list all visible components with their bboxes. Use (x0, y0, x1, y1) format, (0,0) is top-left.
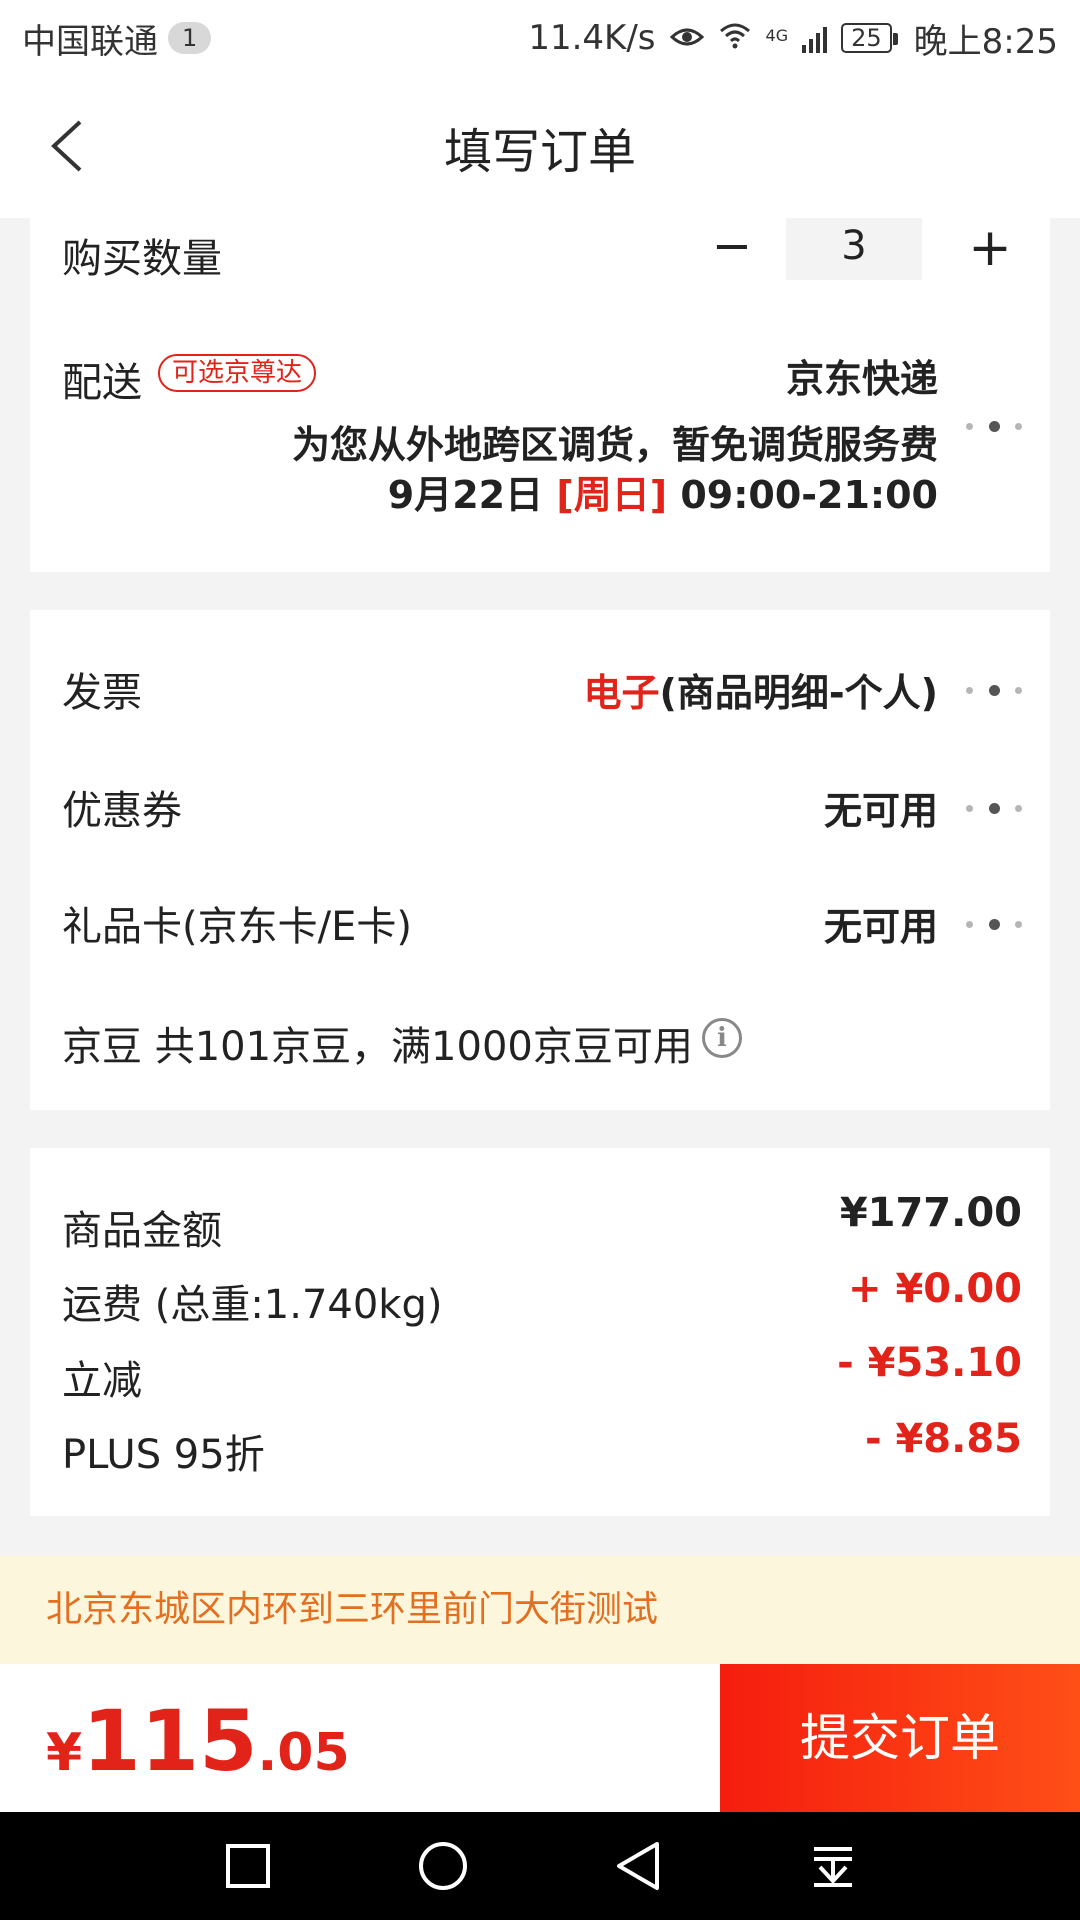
jingzunda-tag[interactable]: 可选京尊达 (158, 354, 317, 392)
eye-icon (669, 18, 704, 58)
price-summary-card: 商品金额 ¥177.00 运费 (总重:1.740kg) + ¥0.00 立减 … (30, 1148, 1050, 1516)
order-total: ¥115.05 (46, 1692, 350, 1790)
summary-label: 商品金额 (62, 1208, 222, 1254)
shipping-method[interactable]: 京东快递 (786, 348, 938, 403)
battery-icon: 25 (841, 23, 898, 53)
more-icon[interactable] (966, 419, 1022, 433)
system-nav-bar (0, 1812, 1080, 1920)
more-icon[interactable] (966, 683, 1022, 697)
total-decimal: .05 (257, 1723, 350, 1783)
status-bar: 中国联通 1 11.4K/s 4G 25 晚上8:25 (0, 0, 1080, 76)
coupon-label: 优惠券 (62, 788, 182, 834)
currency-symbol: ¥ (46, 1723, 83, 1783)
summary-label: 立减 (62, 1358, 142, 1404)
back-nav-icon[interactable] (608, 1836, 668, 1896)
summary-value: - ¥8.85 (864, 1416, 1022, 1462)
benefits-card: 发票 电子(商品明细-个人) 优惠券 无可用 礼品卡(京东卡/E卡) 无可用 京… (30, 610, 1050, 1110)
more-icon[interactable] (966, 801, 1022, 815)
address-bar[interactable]: 北京东城区内环到三环里前门大街测试 (0, 1556, 1080, 1664)
summary-value: ¥177.00 (839, 1190, 1022, 1236)
quantity-input[interactable]: 3 (786, 218, 922, 280)
shipping-label: 配送 (62, 360, 142, 406)
invoice-value[interactable]: 电子(商品明细-个人) (583, 662, 938, 717)
delivery-date: 9月22日 (387, 473, 544, 517)
summary-label: 运费 (总重:1.740kg) (62, 1282, 443, 1328)
carrier-name: 中国联通 (22, 21, 158, 62)
network-speed: 11.4K/s (528, 18, 656, 58)
clock: 晚上8:25 (913, 21, 1058, 62)
page-title: 填写订单 (443, 124, 636, 180)
giftcard-value[interactable]: 无可用 (824, 896, 938, 951)
delivery-weekday: [周日] (556, 473, 668, 517)
submit-order-button[interactable]: 提交订单 (720, 1664, 1080, 1812)
info-icon[interactable]: i (702, 1018, 742, 1058)
wifi-icon (718, 18, 752, 58)
invoice-detail: (商品明细-个人) (659, 671, 938, 715)
invoice-label: 发票 (62, 670, 142, 716)
delivery-time-range: 09:00-21:00 (680, 473, 938, 517)
summary-value: - ¥53.10 (837, 1340, 1022, 1386)
notification-shade-icon[interactable] (803, 1836, 863, 1896)
back-icon[interactable] (42, 116, 102, 176)
shipping-note: 为您从外地跨区调货，暂免调货服务费 (291, 423, 938, 467)
signal-icon (802, 23, 828, 53)
checkout-bar: ¥115.05 提交订单 (0, 1664, 1080, 1812)
delivery-time: 9月22日 [周日] 09:00-21:00 (388, 464, 938, 519)
more-icon[interactable] (966, 917, 1022, 931)
jingdou-text: 京豆 共101京豆，满1000京豆可用 (62, 1024, 693, 1070)
summary-label: PLUS 95折 (62, 1432, 265, 1478)
recent-apps-icon[interactable] (218, 1836, 278, 1896)
increase-quantity-button[interactable]: + (960, 218, 1020, 278)
summary-value: + ¥0.00 (848, 1266, 1022, 1312)
notification-badge: 1 (168, 22, 212, 54)
total-integer: 115 (82, 1692, 258, 1790)
quantity-shipping-card: 购买数量 − 3 + 配送 可选京尊达 京东快递 为您从外地跨区调货，暂免调货服… (30, 218, 1050, 572)
home-icon[interactable] (413, 1836, 473, 1896)
quantity-label: 购买数量 (62, 236, 222, 282)
giftcard-label: 礼品卡(京东卡/E卡) (62, 904, 412, 950)
invoice-type: 电子 (583, 671, 660, 715)
coupon-value[interactable]: 无可用 (824, 780, 938, 835)
decrease-quantity-button[interactable]: − (702, 218, 762, 274)
network-type: 4G (765, 25, 789, 45)
nav-bar: 填写订单 (0, 76, 1080, 218)
